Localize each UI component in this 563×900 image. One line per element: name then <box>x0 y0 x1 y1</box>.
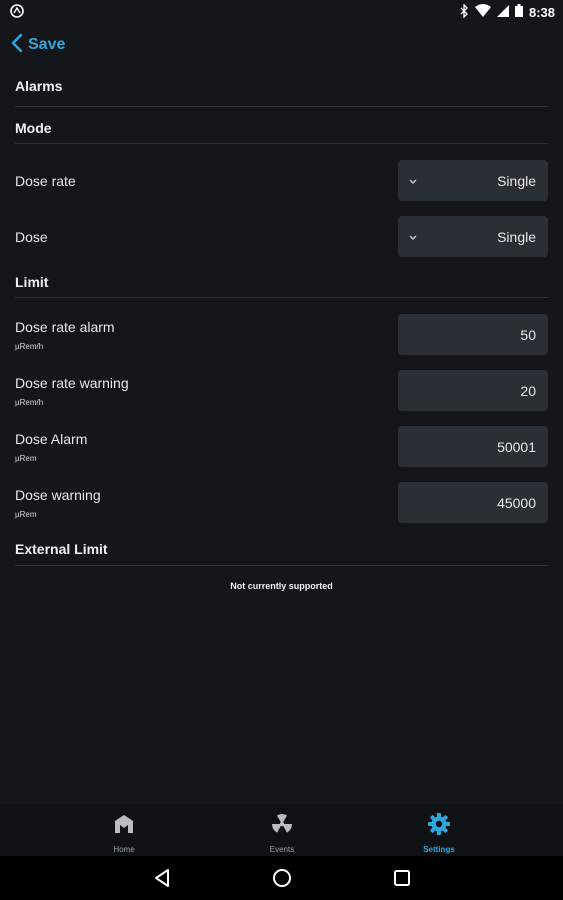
dose-rate-mode-select[interactable]: Single <box>398 160 548 201</box>
dose-warning-label: Dose warning <box>15 487 101 503</box>
recents-square-icon[interactable] <box>393 868 411 893</box>
system-nav-bar <box>0 856 563 900</box>
wifi-icon <box>474 4 491 20</box>
section-alarms: Alarms <box>15 78 63 94</box>
dose-mode-label: Dose <box>15 229 48 245</box>
chevron-down-icon <box>408 229 418 245</box>
gear-icon <box>427 812 451 841</box>
section-external-limit: External Limit <box>15 541 108 557</box>
bluetooth-icon <box>459 2 469 21</box>
home-circle-icon[interactable] <box>272 868 292 893</box>
dose-alarm-input[interactable]: 50001 <box>398 426 548 467</box>
bottom-nav: Home Events Settings <box>0 804 563 856</box>
section-limit: Limit <box>15 274 49 290</box>
dose-rate-warning-label: Dose rate warning <box>15 375 129 391</box>
sim-icon <box>496 4 509 20</box>
chevron-left-icon <box>10 33 24 58</box>
status-bar: 8:38 <box>0 0 563 24</box>
chevron-down-icon <box>408 173 418 189</box>
status-time: 8:38 <box>528 4 555 20</box>
dose-rate-mode-label: Dose rate <box>15 173 76 189</box>
dose-rate-alarm-unit: µRem/h <box>15 342 44 351</box>
dose-rate-warning-unit: µRem/h <box>15 398 44 407</box>
app-notification-icon <box>10 3 24 21</box>
nav-home-label: Home <box>113 845 135 854</box>
divider <box>15 565 548 566</box>
save-back-button[interactable]: Save <box>10 33 65 58</box>
section-mode: Mode <box>15 120 52 136</box>
dose-rate-alarm-input[interactable]: 50 <box>398 314 548 355</box>
battery-icon <box>514 4 523 20</box>
dose-mode-value: Single <box>497 228 536 245</box>
divider <box>15 106 548 107</box>
divider <box>15 297 548 298</box>
back-triangle-icon[interactable] <box>153 868 171 893</box>
dose-rate-alarm-label: Dose rate alarm <box>15 319 115 335</box>
nav-home[interactable]: Home <box>84 812 164 854</box>
dose-rate-mode-value: Single <box>497 172 536 189</box>
radiation-icon <box>269 812 295 841</box>
dose-mode-select[interactable]: Single <box>398 216 548 257</box>
app-header: Save <box>0 26 563 64</box>
nav-events-label: Events <box>269 845 295 854</box>
dose-alarm-unit: µRem <box>15 454 37 463</box>
dose-warning-unit: µRem <box>15 510 37 519</box>
dose-alarm-label: Dose Alarm <box>15 431 88 447</box>
nav-events[interactable]: Events <box>242 812 322 854</box>
status-icons: 8:38 <box>459 2 555 21</box>
dose-warning-input[interactable]: 45000 <box>398 482 548 523</box>
nav-settings[interactable]: Settings <box>399 812 479 854</box>
save-label: Save <box>28 36 66 53</box>
home-icon <box>112 812 136 841</box>
nav-settings-label: Settings <box>423 845 455 854</box>
divider <box>15 143 548 144</box>
external-limit-note: Not currently supported <box>230 581 333 591</box>
dose-rate-warning-input[interactable]: 20 <box>398 370 548 411</box>
